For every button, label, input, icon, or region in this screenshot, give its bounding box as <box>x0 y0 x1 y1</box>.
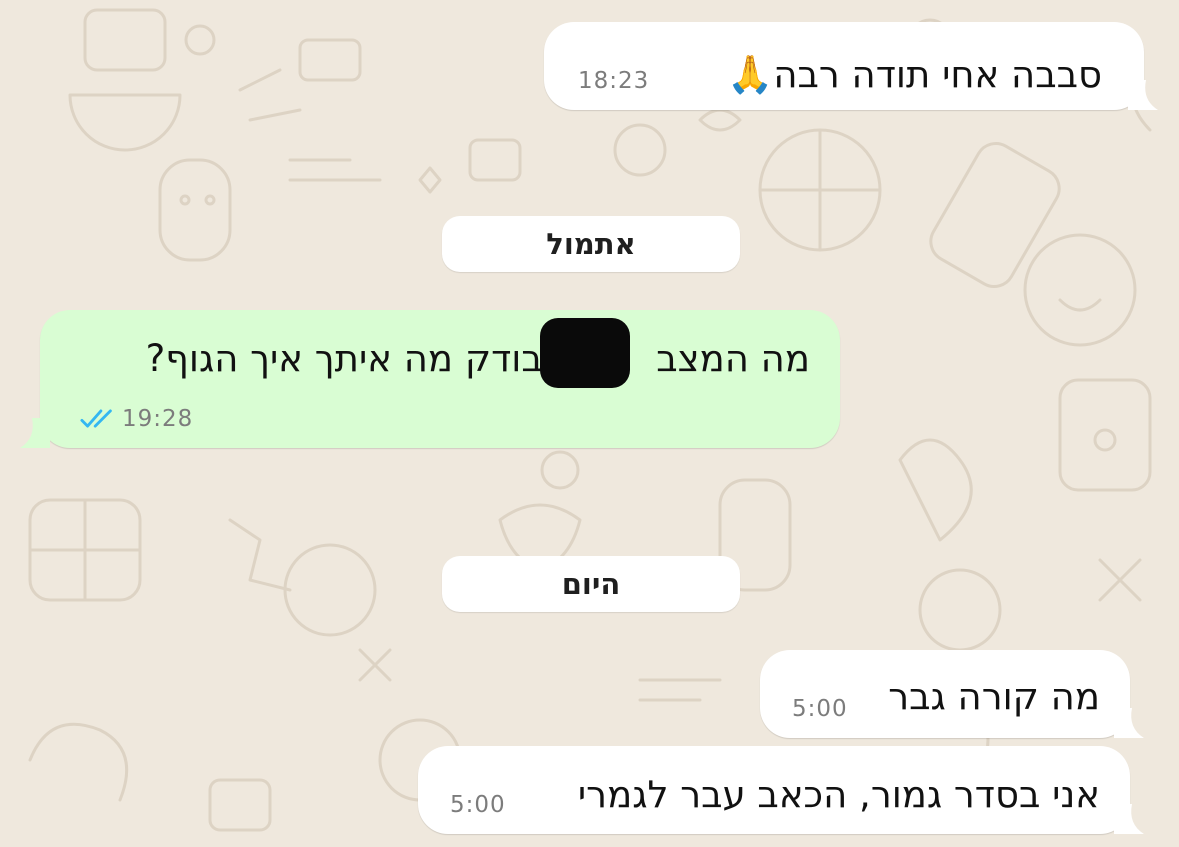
message-time: 19:28 <box>122 406 194 432</box>
message-bubble-incoming[interactable]: מה קורה גבר 5:00 <box>760 650 1144 738</box>
bubble-tail <box>1114 804 1144 834</box>
message-time: 5:00 <box>792 696 848 722</box>
redaction-mark <box>540 318 630 388</box>
double-check-icon <box>80 409 112 428</box>
message-bubble-incoming[interactable]: סבבה אחי תודה רבה🙏 18:23 <box>544 22 1158 110</box>
day-separator-yesterday: אתמול <box>442 216 740 272</box>
message-text: מה קורה גבר <box>888 675 1100 718</box>
message-text: אני בסדר גמור, הכאב עבר לגמרי <box>577 773 1100 816</box>
message-bubble-outgoing[interactable]: מה המצב, בודק מה איתך איך הגוף? 19:28 <box>20 310 840 448</box>
bubble-tail <box>1114 708 1144 738</box>
day-separator-today: היום <box>442 556 740 612</box>
bubble-tail <box>1128 80 1158 110</box>
bubble-tail <box>20 418 50 448</box>
message-text: מה המצב, בודק מה איתך איך הגוף? <box>145 337 810 380</box>
message-time: 18:23 <box>578 68 650 94</box>
message-bubble-incoming[interactable]: אני בסדר גמור, הכאב עבר לגמרי 5:00 <box>418 746 1144 834</box>
message-text: סבבה אחי תודה רבה🙏 <box>727 53 1102 96</box>
folded-hands-emoji: 🙏 <box>727 53 774 96</box>
message-time: 5:00 <box>450 792 506 818</box>
